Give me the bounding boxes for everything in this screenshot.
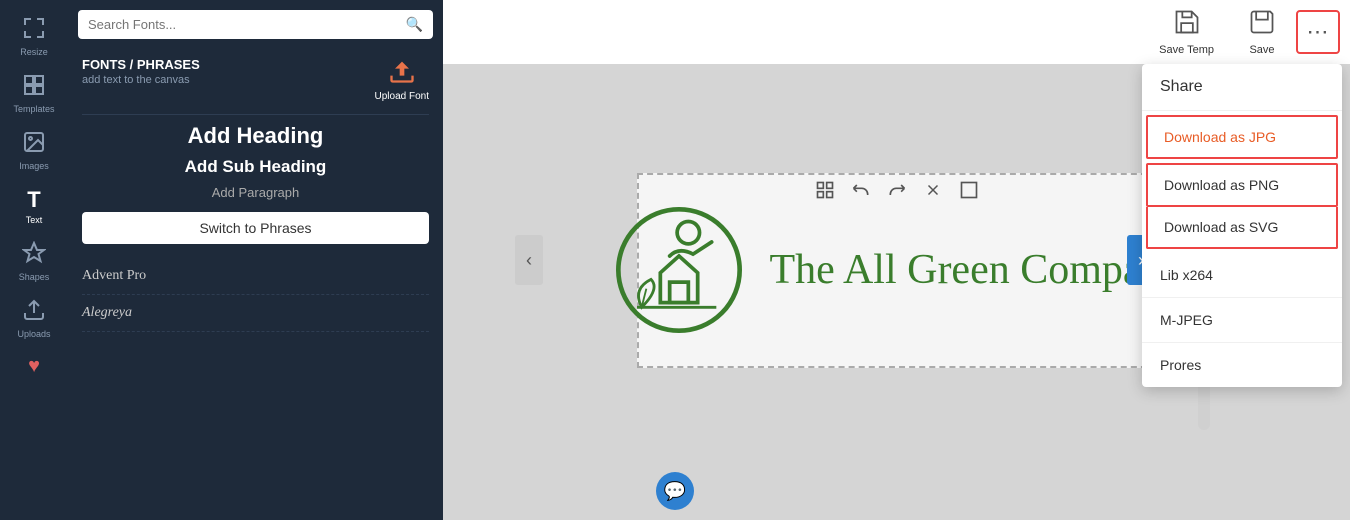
text-options: Add Heading Add Sub Heading Add Paragrap… [68,123,443,258]
upload-font-button[interactable]: Upload Font [375,57,429,102]
save-temp-label: Save Temp [1159,44,1214,56]
fullscreen-button[interactable] [954,175,984,205]
undo-button[interactable] [846,175,876,205]
images-label: Images [19,161,49,171]
logo-icon [609,200,749,340]
canvas-arrow-left[interactable]: ‹ [515,235,543,285]
save-temp-button[interactable]: Save Temp [1145,2,1228,62]
sidebar-item-uploads[interactable]: Uploads [0,290,68,347]
left-sidebar: Resize Templates Images T Text Shapes [0,0,68,520]
redo-button[interactable] [882,175,912,205]
add-heading-button[interactable]: Add Heading [82,123,429,149]
sidebar-item-templates[interactable]: Templates [0,65,68,122]
dropdown-menu: Share Download as JPG Download as PNG Do… [1142,64,1342,387]
dropdown-item-m-jpeg[interactable]: M-JPEG [1142,298,1342,343]
add-subheading-button[interactable]: Add Sub Heading [82,157,429,177]
favorites-icon: ♥ [28,355,40,378]
dropdown-item-prores[interactable]: Prores [1142,343,1342,387]
arrow-left-icon: ‹ [526,250,532,271]
font-list: Advent Pro Alegreya [68,258,443,332]
text-icon: T [27,187,40,213]
close-button[interactable] [918,175,948,205]
add-paragraph-button[interactable]: Add Paragraph [82,185,429,200]
dropdown-item-download-png[interactable]: Download as PNG [1146,163,1338,207]
images-icon [22,130,46,159]
sidebar-item-resize[interactable]: Resize [0,8,68,65]
more-options-button[interactable]: ⋯ [1296,10,1340,54]
search-icon[interactable]: 🔍 [406,16,423,33]
sidebar-item-images[interactable]: Images [0,122,68,179]
switch-to-phrases-button[interactable]: Switch to Phrases [82,212,429,244]
font-item-advent-pro[interactable]: Advent Pro [82,258,429,295]
text-label: Text [26,215,43,225]
dropdown-item-lib-x264[interactable]: Lib x264 [1142,253,1342,298]
logo-content: The All Green Company [589,180,1203,360]
chat-icon: 💬 [664,481,686,502]
dropdown-item-download-jpg[interactable]: Download as JPG [1146,115,1338,159]
upload-icon [388,57,416,91]
canvas-toolbar [810,175,984,205]
more-icon: ⋯ [1307,19,1330,45]
save-temp-icon [1173,8,1201,42]
panel-divider [82,114,429,115]
dropdown-item-download-svg[interactable]: Download as SVG [1146,207,1338,249]
uploads-icon [22,298,46,327]
panel-header: FONTS / PHRASES add text to the canvas U… [68,49,443,106]
templates-label: Templates [13,104,54,114]
fonts-panel: 🔍 FONTS / PHRASES add text to the canvas… [68,0,443,520]
main-canvas-area: Save Temp Save ⋯ ‹ [443,0,1350,520]
panel-title: FONTS / PHRASES [82,57,200,72]
grid-tool-button[interactable] [810,175,840,205]
panel-title-block: FONTS / PHRASES add text to the canvas [82,57,200,86]
panel-subtitle: add text to the canvas [82,74,200,86]
save-button[interactable]: Save [1232,2,1292,62]
dropdown-item-share[interactable]: Share [1142,64,1342,111]
sidebar-item-text[interactable]: T Text [0,179,68,233]
save-icon [1248,8,1276,42]
shapes-icon [22,241,46,270]
templates-icon [22,73,46,102]
sidebar-item-shapes[interactable]: Shapes [0,233,68,290]
uploads-label: Uploads [17,329,50,339]
shapes-label: Shapes [19,272,50,282]
top-header: Save Temp Save ⋯ [443,0,1350,64]
save-label: Save [1249,44,1274,56]
resize-label: Resize [20,47,48,57]
resize-icon [22,16,46,45]
chat-button[interactable]: 💬 [656,472,694,510]
font-item-alegreya[interactable]: Alegreya [82,295,429,332]
logo-text: The All Green Company [769,246,1183,294]
sidebar-item-favorites[interactable]: ♥ [0,347,68,388]
search-input[interactable] [88,17,406,32]
search-bar: 🔍 [78,10,433,39]
upload-font-label: Upload Font [375,91,429,102]
